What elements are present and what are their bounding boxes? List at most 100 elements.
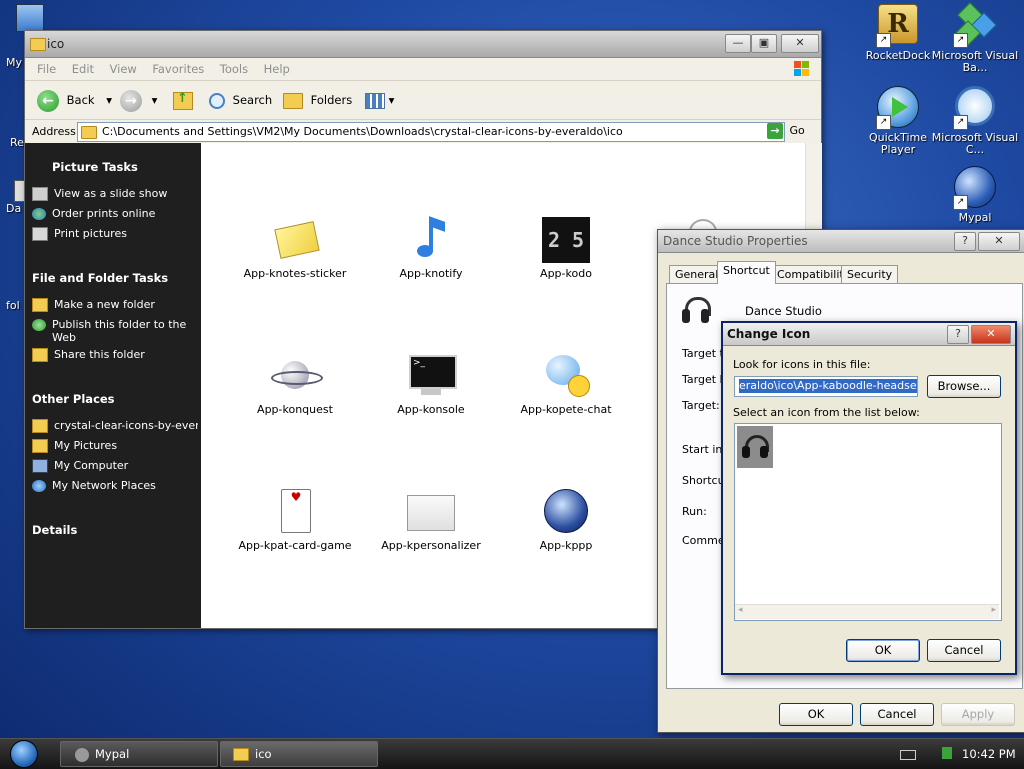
desktop-icon-visual-c[interactable]: ↗ Microsoft Visual C... — [930, 86, 1020, 156]
menu-bar: File Edit View Favorites Tools Help — [25, 58, 821, 81]
windows-logo-icon — [793, 60, 811, 78]
network-icon[interactable] — [942, 747, 952, 759]
help-button[interactable]: ? — [947, 325, 969, 344]
keyboard-icon[interactable] — [900, 750, 916, 760]
picture-tasks-header[interactable]: Picture Tasks — [52, 160, 138, 174]
minimize-button[interactable]: — — [725, 34, 751, 53]
ok-button[interactable]: OK — [846, 639, 920, 662]
change-icon-titlebar[interactable]: Change Icon ? ✕ — [723, 323, 1015, 346]
menu-help[interactable]: Help — [264, 62, 290, 76]
task-order-prints[interactable]: Order prints online — [32, 207, 198, 220]
menu-file[interactable]: File — [37, 62, 56, 76]
tab-security[interactable]: Security — [841, 265, 899, 284]
desktop-icon-partial-4[interactable]: fol — [6, 299, 20, 312]
desktop-icon-mypal[interactable]: ↗ Mypal — [930, 166, 1020, 224]
mypal-icon — [75, 747, 89, 762]
properties-titlebar[interactable]: Dance Studio Properties ? ✕ — [658, 230, 1024, 253]
task-label: Order prints online — [52, 207, 156, 220]
file-item[interactable]: App-konquest — [235, 353, 355, 416]
views-button[interactable]: ▾ — [365, 88, 394, 112]
help-button[interactable]: ? — [954, 232, 976, 251]
file-item[interactable]: App-knotify — [371, 216, 491, 280]
close-button[interactable]: ✕ — [978, 232, 1020, 251]
up-folder-button[interactable]: ↑ — [173, 88, 193, 112]
icon-file-input[interactable]: eraldo\ico\App-kaboodle-headset.ico — [734, 376, 918, 397]
file-item[interactable]: >_ App-konsole — [371, 353, 491, 416]
search-icon — [209, 92, 225, 109]
task-publish-web[interactable]: Publish this folder to the Web — [32, 318, 198, 344]
back-button[interactable]: ← Back ▾ — [37, 88, 112, 112]
cancel-button[interactable]: Cancel — [927, 639, 1001, 662]
desktop-icon-partial-2[interactable]: Re — [10, 136, 24, 149]
task-label: Publish this folder to the Web — [52, 318, 187, 344]
place-my-pictures[interactable]: My Pictures — [32, 439, 198, 453]
select-icon-label: Select an icon from the list below: — [733, 406, 920, 419]
search-button[interactable]: Search — [209, 88, 272, 112]
change-icon-dialog[interactable]: Change Icon ? ✕ Look for icons in this f… — [721, 321, 1017, 675]
desktop-icon-partial-1[interactable]: My — [4, 4, 44, 69]
place-crystal-folder[interactable]: crystal-clear-icons-by-everaldo — [32, 419, 198, 433]
file-name: App-knotes-sticker — [243, 267, 347, 280]
file-item[interactable]: App-kopete-chat — [506, 353, 626, 416]
menu-favorites[interactable]: Favorites — [152, 62, 204, 76]
file-item[interactable]: App-knotes-sticker — [235, 217, 355, 280]
system-tray: 10:42 PM — [890, 739, 1024, 769]
menu-edit[interactable]: Edit — [72, 62, 94, 76]
task-slideshow[interactable]: View as a slide show — [32, 187, 198, 201]
go-button[interactable]: → Go — [767, 123, 805, 139]
address-value: C:\Documents and Settings\VM2\My Documen… — [102, 125, 623, 138]
folder-icon — [233, 748, 249, 761]
tab-shortcut[interactable]: Shortcut — [717, 261, 776, 284]
globe-icon — [32, 208, 46, 220]
cancel-button[interactable]: Cancel — [860, 703, 934, 726]
label-run: Run: — [682, 505, 707, 518]
file-item[interactable]: ♥ App-kpat-card-game — [235, 489, 355, 552]
taskbar-item-ico[interactable]: ico — [220, 741, 378, 767]
task-print-pictures[interactable]: Print pictures — [32, 227, 198, 241]
clock[interactable]: 10:42 PM — [962, 747, 1016, 761]
file-item[interactable]: App-kppp — [506, 489, 626, 552]
maximize-button[interactable]: ▣ — [751, 34, 777, 53]
other-places-header[interactable]: Other Places — [32, 392, 115, 406]
taskbar-item-mypal[interactable]: Mypal — [60, 741, 218, 767]
file-name: App-kpersonalizer — [381, 539, 481, 552]
visual-basic-icon: ↗ — [953, 2, 997, 48]
visual-c-icon: ↗ — [953, 86, 997, 130]
place-network[interactable]: My Network Places — [32, 479, 198, 492]
menu-tools[interactable]: Tools — [220, 62, 248, 76]
icon-list[interactable]: ◂ ▸ — [734, 423, 1002, 621]
scroll-left-icon[interactable]: ◂ — [738, 605, 743, 615]
details-header[interactable]: Details — [32, 523, 77, 537]
horizontal-scrollbar[interactable]: ◂ ▸ — [735, 604, 999, 619]
file-item[interactable]: App-kpersonalizer — [371, 489, 491, 552]
file-name: App-kpat-card-game — [238, 539, 352, 552]
file-item[interactable]: 2 5 App-kodo — [506, 217, 626, 280]
apply-button[interactable]: Apply — [941, 703, 1015, 726]
file-tasks-header[interactable]: File and Folder Tasks — [32, 271, 168, 285]
close-button[interactable]: ✕ — [781, 34, 819, 53]
file-name: App-knotify — [399, 267, 463, 280]
folder-up-icon: ↑ — [173, 91, 193, 110]
rocketdock-icon: R ↗ — [876, 4, 920, 48]
ok-button[interactable]: OK — [779, 703, 853, 726]
address-input[interactable]: C:\Documents and Settings\VM2\My Documen… — [77, 122, 785, 142]
task-label: View as a slide show — [54, 187, 168, 200]
headset-icon-option[interactable] — [737, 426, 773, 468]
desktop-icon-visual-basic[interactable]: ↗ Microsoft Visual Ba... — [930, 2, 1020, 74]
file-name: App-kopete-chat — [520, 403, 612, 416]
start-button[interactable] — [6, 740, 42, 768]
browse-button[interactable]: Browse... — [927, 375, 1001, 398]
explorer-titlebar[interactable]: ico — ▣ ✕ — [25, 31, 821, 58]
task-new-folder[interactable]: Make a new folder — [32, 298, 198, 312]
forward-button[interactable]: → ▾ — [120, 88, 157, 112]
folders-button[interactable]: Folders — [283, 88, 352, 112]
computer-icon — [32, 459, 48, 473]
task-share-folder[interactable]: Share this folder — [32, 348, 198, 362]
scroll-right-icon[interactable]: ▸ — [991, 605, 996, 615]
menu-view[interactable]: View — [110, 62, 137, 76]
close-button[interactable]: ✕ — [971, 325, 1011, 344]
place-my-computer[interactable]: My Computer — [32, 459, 198, 473]
desktop-label: fol — [6, 299, 20, 312]
dropdown-arrow-icon: ▾ — [106, 93, 113, 107]
window-personalizer-icon — [407, 489, 455, 533]
